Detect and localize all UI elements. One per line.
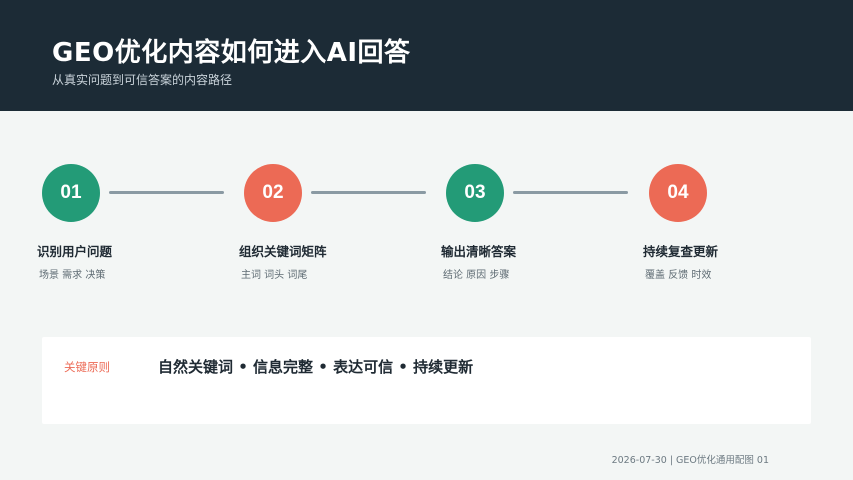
step-1-circle: 01 (42, 164, 100, 222)
step-2-circle: 02 (244, 164, 302, 222)
page-subtitle: 从真实问题到可信答案的内容路径 (52, 73, 233, 87)
principles-card: 关键原则 自然关键词 • 信息完整 • 表达可信 • 持续更新 (42, 337, 811, 424)
connector-3-4 (513, 191, 628, 194)
step-4-desc: 覆盖 反馈 时效 (645, 270, 712, 281)
step-3-number: 03 (464, 182, 486, 203)
step-2-number: 02 (262, 182, 284, 203)
step-2-title: 组织关键词矩阵 (239, 244, 327, 259)
connector-1-2 (109, 191, 224, 194)
connector-2-3 (311, 191, 426, 194)
step-4-circle: 04 (649, 164, 707, 222)
step-3-circle: 03 (446, 164, 504, 222)
footer-caption: 2026-07-30 | GEO优化通用配图 01 (611, 455, 769, 466)
step-1-number: 01 (60, 182, 82, 203)
step-2-desc: 主词 词头 词尾 (241, 270, 308, 281)
step-4-title: 持续复查更新 (643, 244, 719, 259)
step-3-desc: 结论 原因 步骤 (443, 270, 510, 281)
step-3-title: 输出清晰答案 (441, 244, 517, 259)
step-1-title: 识别用户问题 (37, 244, 113, 259)
principles-label: 关键原则 (64, 360, 110, 374)
page-title: GEO优化内容如何进入AI回答 (52, 38, 411, 68)
principles-text: 自然关键词 • 信息完整 • 表达可信 • 持续更新 (158, 358, 474, 376)
step-4-number: 04 (667, 182, 689, 203)
header-banner: GEO优化内容如何进入AI回答 从真实问题到可信答案的内容路径 (0, 0, 853, 111)
step-1-desc: 场景 需求 决策 (39, 270, 106, 281)
